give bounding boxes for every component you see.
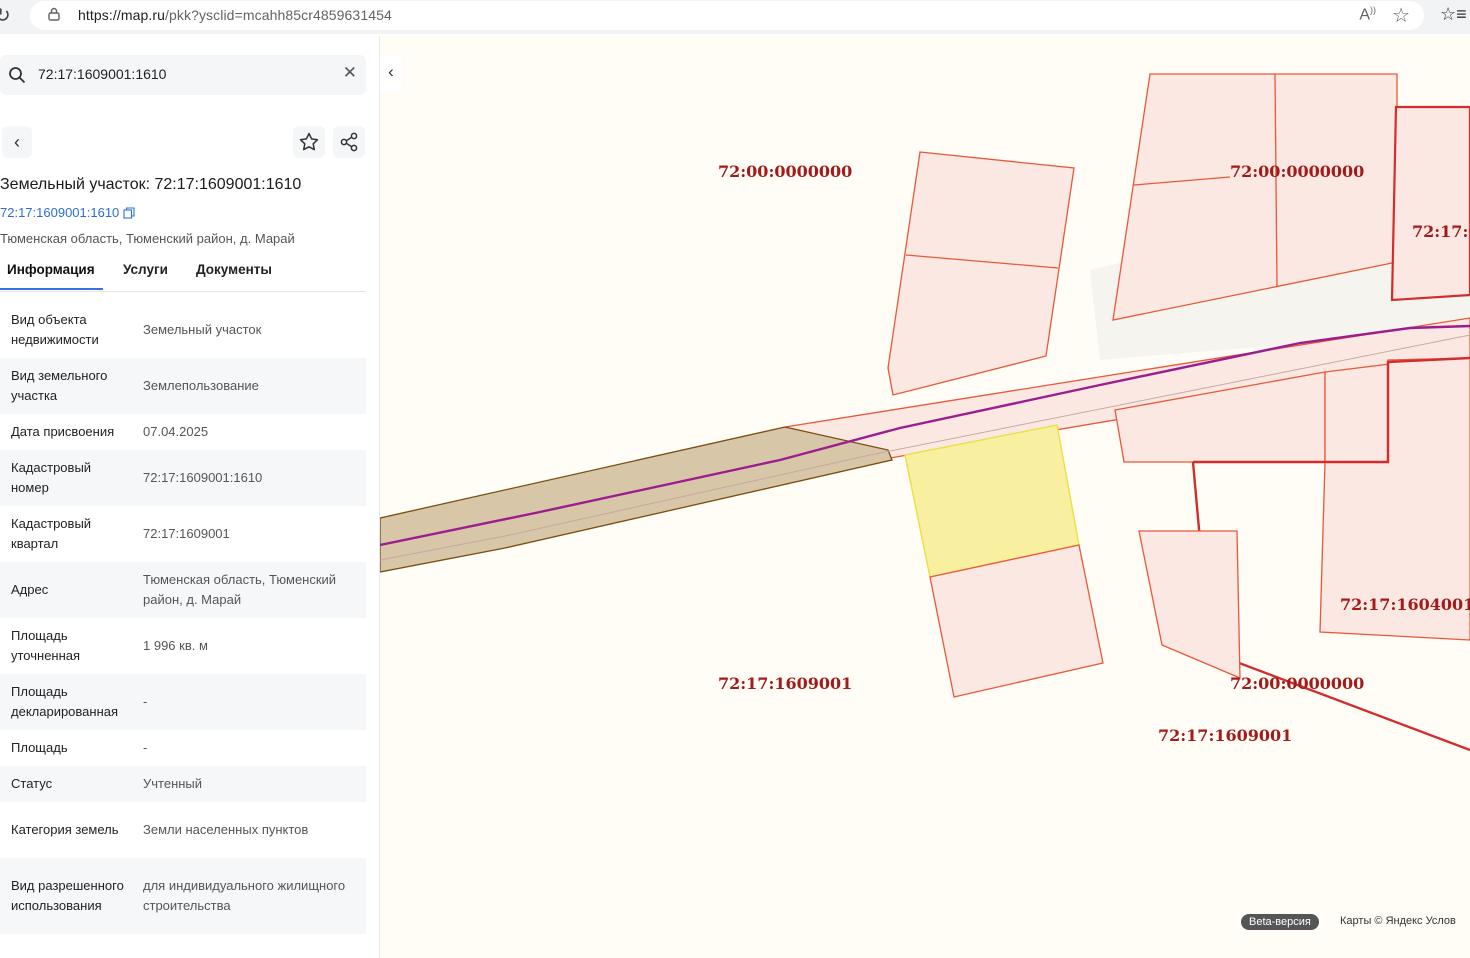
chevron-left-icon: ‹: [14, 132, 20, 152]
star-icon: [299, 132, 319, 151]
reload-icon[interactable]: ↻: [0, 3, 11, 28]
property-value: -: [143, 694, 148, 709]
property-row: Вид разрешенного использования для индив…: [0, 858, 366, 934]
property-row: Площадь декларированная -: [0, 674, 366, 730]
property-row: Вид объекта недвижимости Земельный участ…: [0, 302, 366, 358]
read-aloud-icon[interactable]: A)): [1359, 5, 1376, 24]
favorites-icon[interactable]: ☆≡: [1440, 4, 1467, 25]
parcel[interactable]: [1390, 105, 1470, 302]
property-label: Статус: [11, 776, 53, 791]
property-value: 1 996 кв. м: [143, 638, 208, 653]
address-bar[interactable]: https://map.ru/pkk?ysclid=mcahh85cr48596…: [30, 1, 1424, 30]
tab-documents[interactable]: Документы: [196, 262, 272, 277]
favorite-button[interactable]: [293, 126, 325, 158]
property-label: Вид объекта недвижимости: [11, 312, 99, 347]
property-value: Земли населенных пунктов: [143, 822, 309, 837]
info-panel: 72:17:1609001:1610 ✕ ‹ Земельный участок…: [0, 36, 380, 958]
property-row: Категория земель Земли населенных пункто…: [0, 802, 366, 858]
cadastral-number-text[interactable]: 72:17:1609001:1610: [0, 205, 119, 220]
map-label: 72:17:1609001: [718, 674, 853, 693]
tab-services[interactable]: Услуги: [123, 262, 168, 277]
property-value: Земельный участок: [143, 322, 262, 337]
tab-bar: Информация Услуги Документы: [0, 257, 366, 292]
back-button[interactable]: ‹: [2, 126, 32, 158]
map-label: 72:00:0000000: [1230, 674, 1365, 693]
cadastral-number-link[interactable]: 72:17:1609001:1610: [0, 205, 135, 220]
search-icon: [9, 67, 26, 84]
property-row: Статус Учтенный: [0, 766, 366, 802]
parcel[interactable]: [887, 151, 1075, 396]
search-query[interactable]: 72:17:1609001:1610: [38, 66, 166, 82]
object-title: Земельный участок: 72:17:1609001:1610: [0, 176, 302, 193]
property-value: 72:17:1609001: [143, 526, 230, 541]
favorite-star-icon[interactable]: ☆: [1392, 3, 1410, 28]
road-strip-parcel[interactable]: [380, 426, 893, 573]
browser-toolbar: ↻ https://map.ru/pkk?ysclid=mcahh85cr485…: [0, 0, 1470, 34]
properties-table: Вид объекта недвижимости Земельный участ…: [0, 302, 366, 934]
lock-icon[interactable]: [48, 7, 60, 21]
collapse-panel-button[interactable]: ‹: [380, 55, 402, 91]
share-icon: [340, 132, 358, 152]
property-value: для индивидуального жилищного строительс…: [143, 878, 346, 913]
share-button[interactable]: [333, 126, 365, 158]
property-row: Дата присвоения 07.04.2025: [0, 414, 366, 450]
property-label: Категория земель: [11, 822, 119, 837]
tab-information[interactable]: Информация: [7, 262, 95, 277]
chevron-left-icon: ‹: [388, 62, 394, 81]
property-label: Площадь декларированная: [11, 684, 119, 719]
property-label: Площадь уточненная: [11, 628, 81, 663]
map-label: 72:00:0000000: [1230, 162, 1365, 181]
property-row: Площадь уточненная 1 996 кв. м: [0, 618, 366, 674]
map-copyright[interactable]: Карты © Яндекс Услов: [1340, 915, 1456, 927]
property-row: Площадь -: [0, 730, 366, 766]
parcel[interactable]: [1138, 530, 1241, 679]
map-view[interactable]: 72:00:0000000 72:00:0000000 72:17: 72:17…: [380, 36, 1470, 958]
property-label: Дата присвоения: [11, 424, 115, 439]
property-row: Вид земельного участка Землепользование: [0, 358, 366, 414]
active-tab-indicator: [0, 288, 103, 290]
property-value: Землепользование: [143, 378, 259, 393]
property-row: Кадастровый номер 72:17:1609001:1610: [0, 450, 366, 506]
property-row: Кадастровый квартал 72:17:1609001: [0, 506, 366, 562]
property-label: Вид разрешенного использования: [11, 878, 124, 913]
property-label: Кадастровый квартал: [11, 516, 92, 551]
property-label: Кадастровый номер: [11, 460, 92, 495]
clear-search-icon[interactable]: ✕: [343, 63, 357, 83]
beta-badge: Beta-версия: [1241, 914, 1319, 930]
property-value: 72:17:1609001:1610: [143, 470, 263, 485]
property-label: Адрес: [11, 582, 49, 597]
search-input[interactable]: 72:17:1609001:1610 ✕: [0, 55, 366, 95]
property-value: -: [143, 740, 148, 755]
map-label: 72:17:: [1412, 222, 1469, 241]
property-value: Тюменская область, Тюменский район, д. М…: [143, 572, 337, 607]
property-value: Учтенный: [143, 776, 203, 791]
map-label: 72:17:1604001: [1340, 595, 1470, 614]
property-value: 07.04.2025: [143, 424, 209, 439]
map-label: 72:17:1609001: [1158, 726, 1293, 745]
property-label: Вид земельного участка: [11, 368, 108, 403]
property-row: Адрес Тюменская область, Тюменский район…: [0, 562, 366, 618]
map-label: 72:00:0000000: [718, 162, 853, 181]
copy-icon[interactable]: [123, 207, 135, 219]
parcel[interactable]: [1324, 363, 1391, 463]
property-label: Площадь: [11, 740, 68, 755]
url-text: https://map.ru/pkk?ysclid=mcahh85cr48596…: [78, 7, 392, 23]
object-address: Тюменская область, Тюменский район, д. М…: [0, 231, 295, 246]
